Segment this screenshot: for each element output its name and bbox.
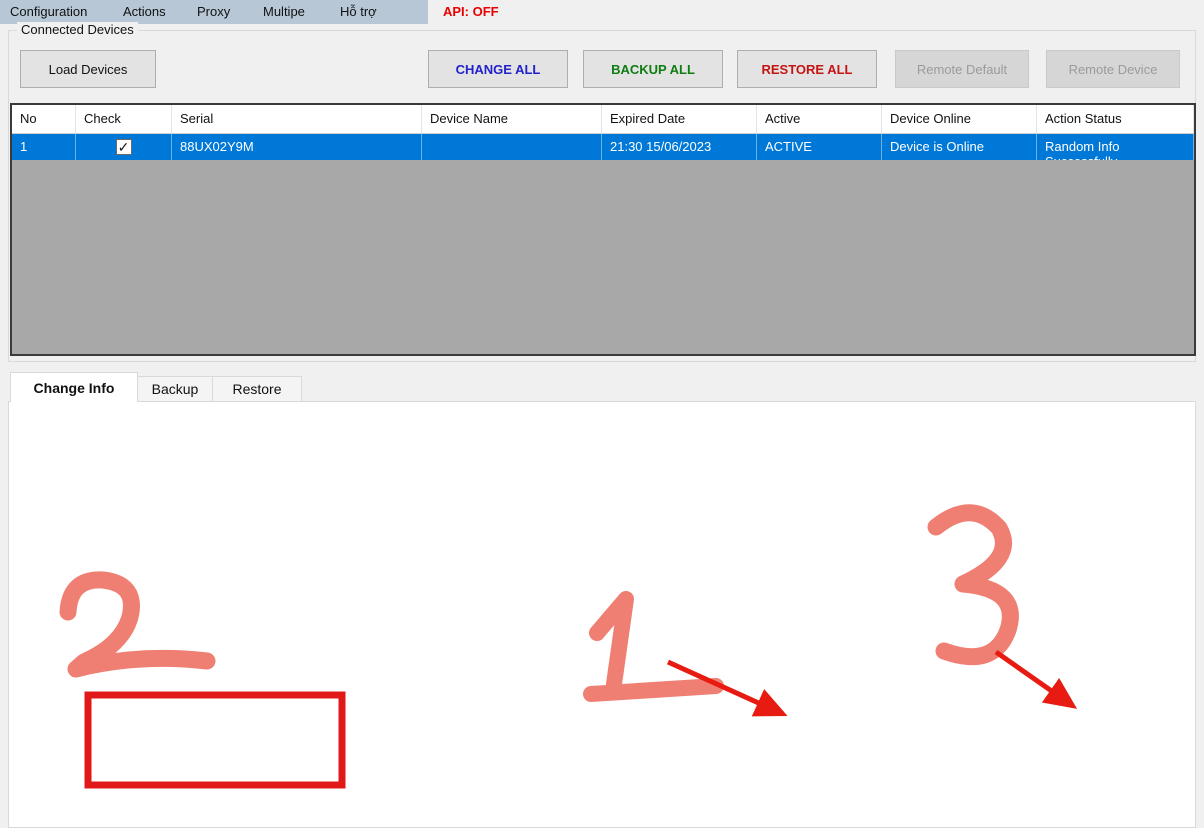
- column-header-expired-date[interactable]: Expired Date: [602, 105, 757, 133]
- load-devices-button[interactable]: Load Devices: [20, 50, 156, 88]
- tab-backup[interactable]: Backup: [137, 376, 213, 402]
- row-active: ACTIVE: [757, 134, 882, 160]
- menu-item-api-status[interactable]: API: OFF: [443, 4, 499, 19]
- backup-all-button[interactable]: BACKUP ALL: [583, 50, 723, 88]
- row-no: 1: [12, 134, 76, 160]
- menu-item-configuration[interactable]: Configuration: [10, 4, 87, 19]
- column-header-device-online[interactable]: Device Online: [882, 105, 1037, 133]
- row-expired-date: 21:30 15/06/2023: [602, 134, 757, 160]
- menu-bar: Configuration Actions Proxy Multipe Hỗ t…: [0, 0, 1204, 24]
- row-serial: 88UX02Y9M: [172, 134, 422, 160]
- change-info-panel: [8, 401, 1196, 828]
- column-header-device-name[interactable]: Device Name: [422, 105, 602, 133]
- menu-item-actions[interactable]: Actions: [123, 4, 166, 19]
- column-header-action-status[interactable]: Action Status: [1037, 105, 1194, 133]
- row-check-cell: ✓: [76, 134, 172, 160]
- connected-devices-title: Connected Devices: [17, 22, 138, 37]
- menu-item-ho-tro[interactable]: Hỗ trợ: [340, 4, 377, 19]
- table-row[interactable]: 1 ✓ 88UX02Y9M 21:30 15/06/2023 ACTIVE De…: [12, 134, 1194, 160]
- tab-change-info[interactable]: Change Info: [10, 372, 138, 402]
- row-device-online: Device is Online: [882, 134, 1037, 160]
- change-all-button[interactable]: CHANGE ALL: [428, 50, 568, 88]
- remote-default-button: Remote Default: [895, 50, 1029, 88]
- menu-item-multipe[interactable]: Multipe: [263, 4, 305, 19]
- device-table-header: No Check Serial Device Name Expired Date…: [12, 105, 1194, 134]
- tab-restore[interactable]: Restore: [212, 376, 302, 402]
- row-device-name: [422, 134, 602, 160]
- menu-item-proxy[interactable]: Proxy: [197, 4, 230, 19]
- column-header-check[interactable]: Check: [76, 105, 172, 133]
- column-header-serial[interactable]: Serial: [172, 105, 422, 133]
- column-header-no[interactable]: No: [12, 105, 76, 133]
- app-window: Configuration Actions Proxy Multipe Hỗ t…: [0, 0, 1204, 828]
- row-checkbox[interactable]: ✓: [116, 139, 132, 155]
- row-action-status: Random Info Successfully: [1037, 134, 1194, 160]
- device-table: No Check Serial Device Name Expired Date…: [10, 103, 1196, 356]
- column-header-active[interactable]: Active: [757, 105, 882, 133]
- remote-device-button: Remote Device: [1046, 50, 1180, 88]
- restore-all-button[interactable]: RESTORE ALL: [737, 50, 877, 88]
